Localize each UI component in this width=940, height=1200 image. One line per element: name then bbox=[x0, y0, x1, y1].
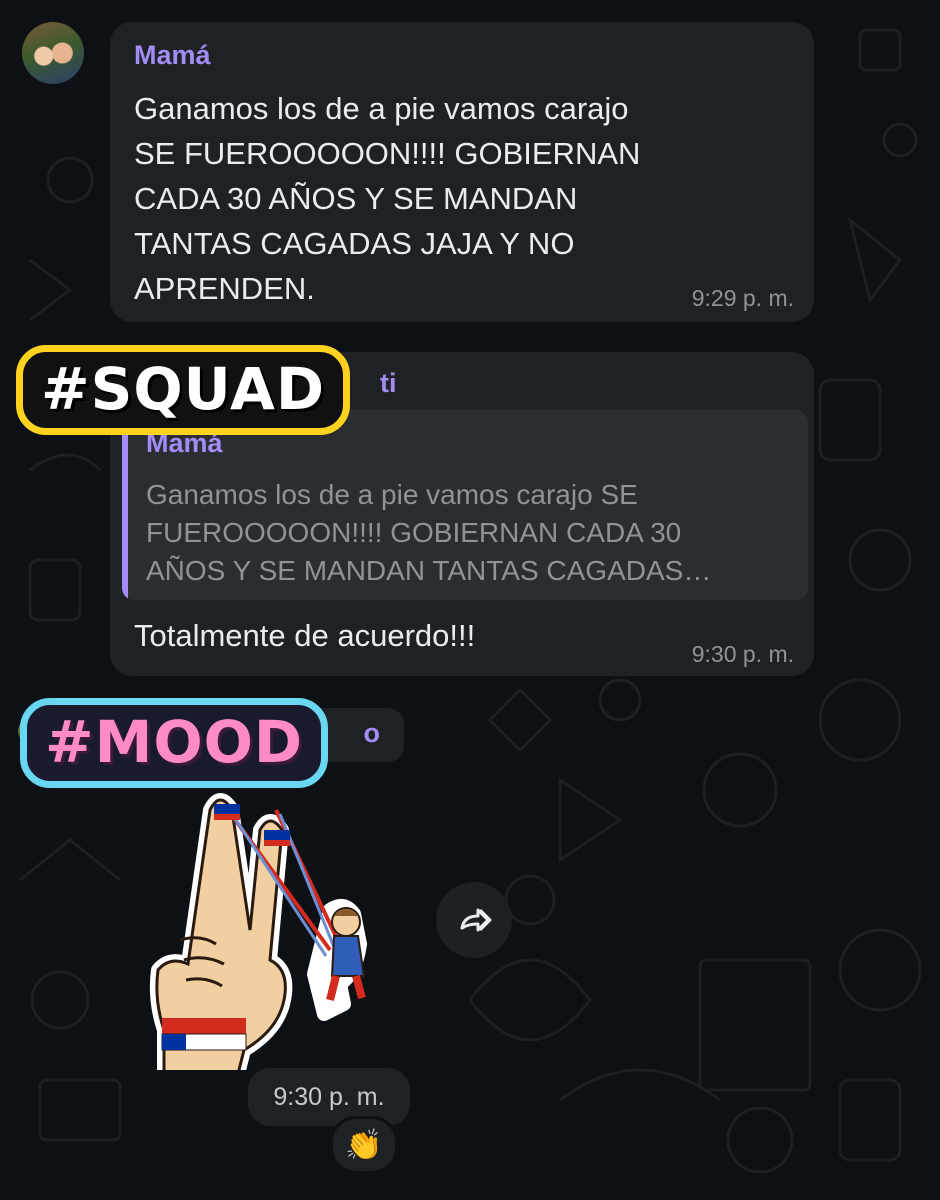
message-time: 9:29 p. m. bbox=[691, 285, 794, 311]
message-bubble[interactable]: Mamá Ganamos los de a pie vamos carajo S… bbox=[110, 22, 814, 322]
quote-text: Ganamos los de a pie vamos carajo SE FUE… bbox=[146, 479, 712, 586]
sticker-time: 9:30 p. m. bbox=[248, 1068, 410, 1126]
sender-name[interactable]: Mamá bbox=[134, 40, 211, 71]
quoted-message[interactable]: Mamá Ganamos los de a pie vamos carajo S… bbox=[122, 410, 808, 600]
message-text: Totalmente de acuerdo!!! bbox=[134, 618, 476, 653]
squad-sticker-overlay: #SQUAD bbox=[16, 345, 351, 435]
message-time: 9:30 p. m. bbox=[691, 641, 794, 667]
sender-name[interactable]: o bbox=[364, 718, 381, 749]
sender-name[interactable]: ti bbox=[380, 368, 397, 399]
forward-arrow-icon bbox=[460, 908, 492, 932]
clapping-reaction[interactable]: 👏 bbox=[330, 1116, 398, 1174]
forward-button[interactable] bbox=[436, 882, 512, 958]
quote-bar bbox=[122, 410, 128, 600]
message-text: Ganamos los de a pie vamos carajo SE FUE… bbox=[134, 91, 641, 306]
victory-hand-slingshot-sticker[interactable] bbox=[140, 770, 400, 1097]
mood-sticker-overlay: #MOOD bbox=[20, 698, 329, 788]
sender-avatar[interactable] bbox=[22, 22, 84, 84]
